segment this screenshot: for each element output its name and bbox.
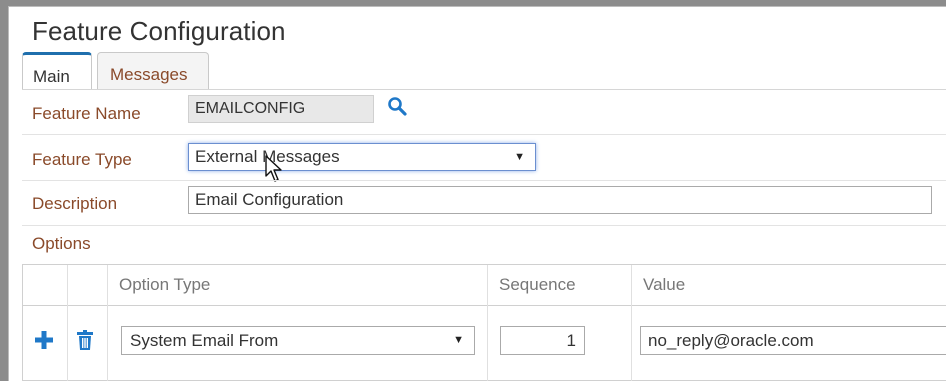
column-header-option-type[interactable]: Option Type bbox=[119, 275, 210, 295]
sequence-input[interactable]: 1 bbox=[500, 326, 585, 355]
grid-column-divider bbox=[67, 265, 68, 381]
tab-divider bbox=[22, 89, 946, 90]
option-type-value: System Email From bbox=[130, 331, 279, 350]
plus-icon[interactable] bbox=[35, 331, 53, 349]
row-divider bbox=[22, 225, 946, 226]
row-divider bbox=[22, 180, 946, 181]
option-type-select[interactable]: System Email From ▼ bbox=[121, 326, 475, 355]
trash-icon[interactable] bbox=[77, 330, 93, 350]
options-label: Options bbox=[32, 234, 91, 253]
column-header-sequence[interactable]: Sequence bbox=[499, 275, 576, 295]
grid-column-divider bbox=[487, 265, 488, 381]
tab-messages[interactable]: Messages bbox=[97, 52, 209, 90]
feature-type-label: Feature Type bbox=[32, 150, 132, 169]
grid-column-divider bbox=[631, 265, 632, 381]
search-icon[interactable] bbox=[386, 95, 410, 119]
description-input[interactable]: Email Configuration bbox=[188, 186, 932, 214]
caret-down-icon: ▼ bbox=[453, 334, 464, 346]
description-label: Description bbox=[32, 194, 118, 213]
feature-type-select[interactable]: External Messages ▼ bbox=[188, 143, 536, 171]
page-title: Feature Configuration bbox=[32, 16, 286, 46]
tab-main[interactable]: Main bbox=[22, 52, 92, 90]
feature-name-field: EMAILCONFIG bbox=[188, 95, 374, 123]
grid-column-divider bbox=[107, 265, 108, 381]
window-frame-left bbox=[0, 0, 8, 381]
caret-down-icon: ▼ bbox=[514, 151, 525, 163]
feature-name-label: Feature Name bbox=[32, 104, 141, 123]
column-header-value[interactable]: Value bbox=[643, 275, 685, 295]
options-grid: Option Type Sequence Value bbox=[22, 264, 946, 381]
value-input[interactable]: no_reply@oracle.com bbox=[640, 326, 946, 355]
row-divider bbox=[22, 134, 946, 135]
